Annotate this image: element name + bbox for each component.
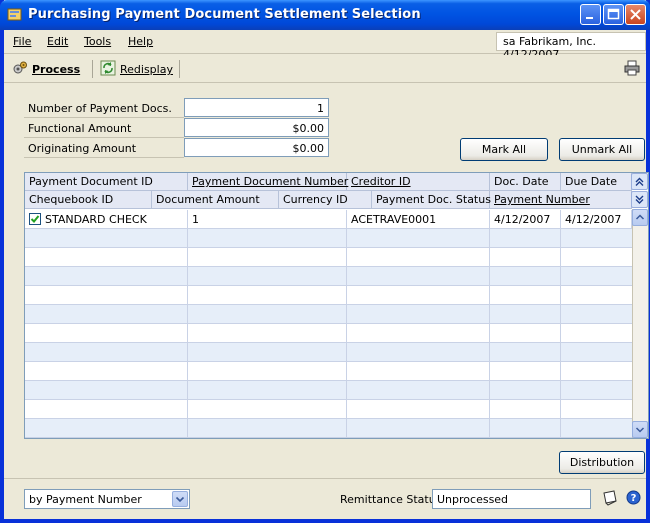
title-bar: Purchasing Payment Document Settlement S… <box>0 0 650 30</box>
header-doc-date[interactable]: Doc. Date <box>490 173 561 191</box>
minimize-button[interactable] <box>580 4 601 25</box>
chequebook-id-value: STANDARD CHECK <box>45 213 147 226</box>
header-payment-doc-status[interactable]: Payment Doc. Status <box>372 191 491 209</box>
header-payment-document-number[interactable]: Payment Document Number <box>188 173 348 191</box>
header-creditor-id[interactable]: Creditor ID <box>347 173 490 191</box>
header-payment-number[interactable]: Payment Number <box>490 191 632 209</box>
header-document-amount[interactable]: Document Amount <box>152 191 279 209</box>
remittance-status-label: Remittance Status: <box>340 493 446 506</box>
printer-icon <box>624 60 640 79</box>
menu-bar: File Edit Tools Help sa Fabrikam, Inc. 4… <box>4 30 646 61</box>
row-mark-checkbox[interactable] <box>29 213 41 225</box>
redisplay-button[interactable]: Redisplay <box>100 60 173 79</box>
app-icon <box>7 7 23 23</box>
payment-docs-count-value: 1 <box>184 98 329 117</box>
summary-row: Number of Payment Docs. 1 <box>24 98 329 118</box>
empty-row <box>25 267 632 286</box>
toolbar-separator <box>179 60 180 78</box>
header-payment-document-id[interactable]: Payment Document ID <box>25 173 188 191</box>
cell-status: ACETRAVE0001 <box>347 210 490 229</box>
note-icon[interactable] <box>601 490 619 509</box>
grid-vertical-scrollbar[interactable] <box>632 209 648 438</box>
unmark-all-button[interactable]: Unmark All <box>559 138 645 161</box>
footer-divider <box>4 478 646 479</box>
empty-row <box>25 286 632 305</box>
menu-edit[interactable]: Edit <box>47 35 68 48</box>
toolbar-separator <box>92 60 93 78</box>
menu-tools[interactable]: Tools <box>84 35 111 48</box>
close-button[interactable] <box>625 4 646 25</box>
empty-row <box>25 343 632 362</box>
empty-row <box>25 381 632 400</box>
empty-row <box>25 324 632 343</box>
summary-panel: Number of Payment Docs. 1 Functional Amo… <box>24 98 329 158</box>
process-button[interactable]: Process <box>12 60 80 79</box>
empty-row <box>25 305 632 324</box>
sort-order-select[interactable]: by Payment Number <box>24 489 190 509</box>
chevron-down-icon[interactable] <box>172 491 188 507</box>
gears-icon <box>12 60 28 79</box>
header-chequebook-id[interactable]: Chequebook ID <box>25 191 152 209</box>
maximize-button[interactable] <box>603 4 624 25</box>
scroll-down-button[interactable] <box>632 421 648 438</box>
refresh-icon <box>100 60 116 79</box>
window-title: Purchasing Payment Document Settlement S… <box>28 7 421 22</box>
grid-header-row-2: Chequebook ID Document Amount Currency I… <box>25 191 632 209</box>
help-icon[interactable]: ? <box>626 490 641 508</box>
menu-help[interactable]: Help <box>128 35 153 48</box>
sort-order-value: by Payment Number <box>29 493 142 506</box>
header-currency-id[interactable]: Currency ID <box>279 191 372 209</box>
cell-chequebook-id: STANDARD CHECK <box>25 210 188 229</box>
functional-amount-label: Functional Amount <box>24 118 184 138</box>
grid-header-row-1: Payment Document ID Payment Document Num… <box>25 173 632 191</box>
process-label: Process <box>32 63 81 76</box>
empty-row <box>25 362 632 381</box>
distribution-button[interactable]: Distribution <box>559 451 645 474</box>
menu-file[interactable]: File <box>13 35 31 48</box>
originating-amount-label: Originating Amount <box>24 138 184 158</box>
empty-row <box>25 229 632 248</box>
mark-all-button[interactable]: Mark All <box>460 138 548 161</box>
empty-row <box>25 248 632 267</box>
header-due-date[interactable]: Due Date <box>561 173 632 191</box>
redisplay-label: Redisplay <box>120 63 173 76</box>
table-row[interactable]: STANDARD CHECK 1 ACETRAVE0001 4/12/2007 … <box>25 210 632 229</box>
functional-amount-value: $0.00 <box>184 118 329 137</box>
cell-due-date: 4/12/2007 <box>561 210 632 229</box>
svg-text:?: ? <box>631 493 637 504</box>
collapse-rows-button[interactable] <box>631 173 648 190</box>
user-company-date: sa Fabrikam, Inc. 4/12/2007 <box>496 32 646 61</box>
cell-doc-date: 4/12/2007 <box>490 210 561 229</box>
remittance-status-field: Unprocessed <box>432 489 591 509</box>
scroll-up-button[interactable] <box>632 209 648 226</box>
payment-documents-grid: Payment Document ID Payment Document Num… <box>24 172 649 439</box>
originating-amount-value: $0.00 <box>184 138 329 157</box>
summary-row: Originating Amount $0.00 <box>24 138 329 158</box>
cell-document-amount: 1 <box>188 210 347 229</box>
empty-row <box>25 400 632 419</box>
expand-rows-button[interactable] <box>631 191 648 208</box>
print-button[interactable] <box>624 60 640 79</box>
toolbar: Process Redisplay <box>4 55 646 83</box>
empty-row <box>25 419 632 438</box>
summary-row: Functional Amount $0.00 <box>24 118 329 138</box>
app-window: Purchasing Payment Document Settlement S… <box>0 0 650 523</box>
payment-docs-count-label: Number of Payment Docs. <box>24 98 184 118</box>
